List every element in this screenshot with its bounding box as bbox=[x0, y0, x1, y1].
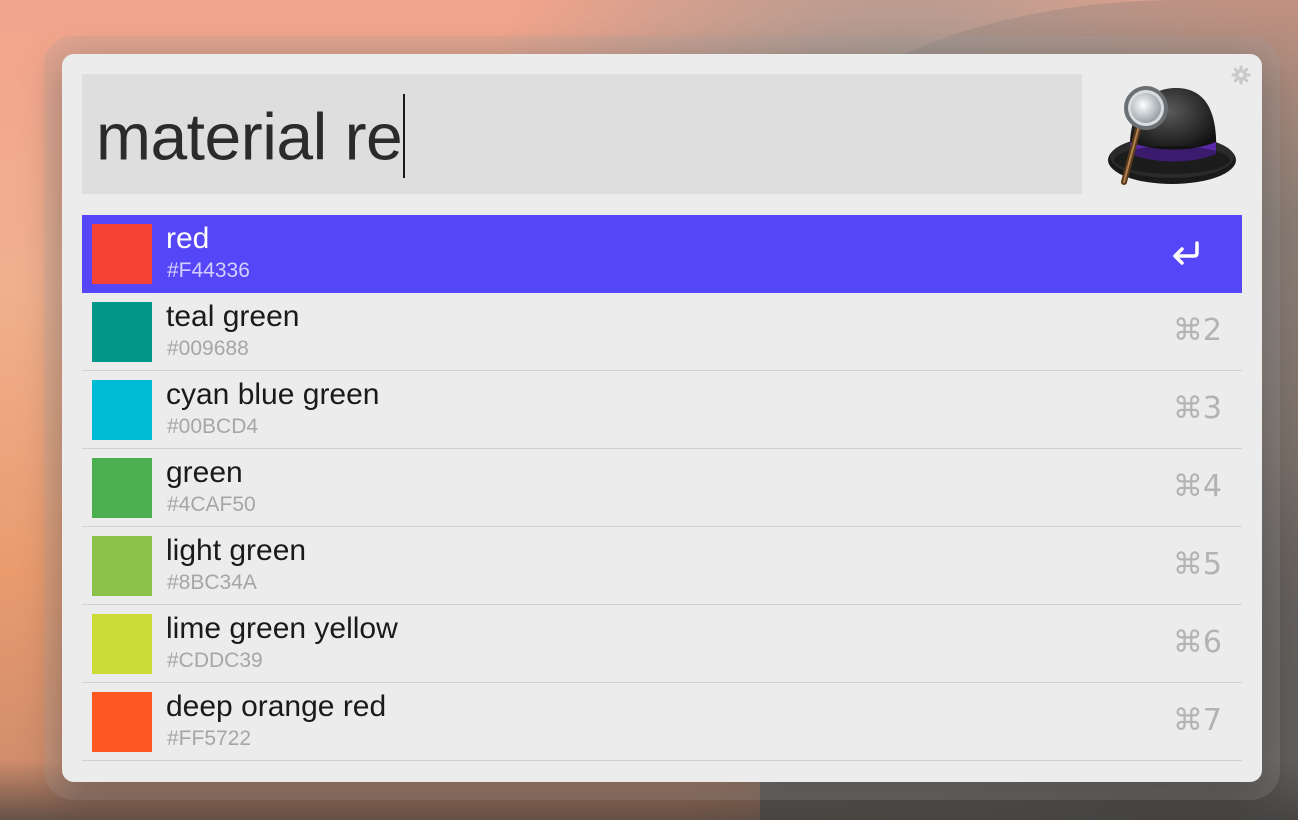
result-title: cyan blue green bbox=[166, 378, 380, 411]
color-swatch bbox=[92, 614, 152, 674]
results-list: red #F44336 teal green #009688 ⌘2 cyan b… bbox=[82, 215, 1242, 761]
result-shortcut: ⌘4 bbox=[1172, 469, 1222, 504]
result-title: lime green yellow bbox=[166, 612, 398, 645]
alfred-hat-icon bbox=[1106, 82, 1238, 192]
result-shortcut: ⌘3 bbox=[1172, 391, 1222, 426]
result-row[interactable]: teal green #009688 ⌘2 bbox=[82, 293, 1242, 371]
search-query-text: material re bbox=[96, 94, 406, 184]
result-title: teal green bbox=[166, 300, 300, 333]
color-swatch bbox=[92, 458, 152, 518]
color-swatch bbox=[92, 224, 152, 284]
color-swatch bbox=[92, 692, 152, 752]
result-row[interactable]: light green #8BC34A ⌘5 bbox=[82, 527, 1242, 605]
result-row[interactable]: deep orange red #FF5722 ⌘7 bbox=[82, 683, 1242, 761]
result-title: red bbox=[166, 222, 210, 255]
result-row[interactable]: red #F44336 bbox=[82, 215, 1242, 293]
result-hex: #FF5722 bbox=[167, 727, 252, 750]
result-hex: #00BCD4 bbox=[167, 415, 259, 438]
result-hex: #4CAF50 bbox=[167, 493, 256, 516]
result-shortcut: ⌘2 bbox=[1172, 313, 1222, 348]
result-shortcut: ⌘6 bbox=[1172, 625, 1222, 660]
color-swatch bbox=[92, 536, 152, 596]
result-row[interactable]: lime green yellow #CDDC39 ⌘6 bbox=[82, 605, 1242, 683]
return-icon bbox=[1170, 239, 1202, 267]
color-swatch bbox=[92, 380, 152, 440]
launcher-window: material re red #F44336 teal green #0096… bbox=[62, 54, 1262, 782]
result-title: deep orange red bbox=[166, 690, 387, 723]
text-caret bbox=[403, 94, 406, 178]
color-swatch bbox=[92, 302, 152, 362]
result-row[interactable]: green #4CAF50 ⌘4 bbox=[82, 449, 1242, 527]
search-input[interactable]: material re bbox=[82, 74, 1082, 194]
search-query: material re bbox=[96, 99, 403, 174]
result-hex: #009688 bbox=[167, 337, 249, 360]
result-title: light green bbox=[166, 534, 307, 567]
result-title: green bbox=[166, 456, 243, 489]
result-row[interactable]: cyan blue green #00BCD4 ⌘3 bbox=[82, 371, 1242, 449]
result-hex: #8BC34A bbox=[167, 571, 257, 594]
result-shortcut: ⌘7 bbox=[1172, 703, 1222, 738]
result-shortcut: ⌘5 bbox=[1172, 547, 1222, 582]
result-hex: #CDDC39 bbox=[167, 649, 263, 672]
result-hex: #F44336 bbox=[167, 259, 250, 282]
